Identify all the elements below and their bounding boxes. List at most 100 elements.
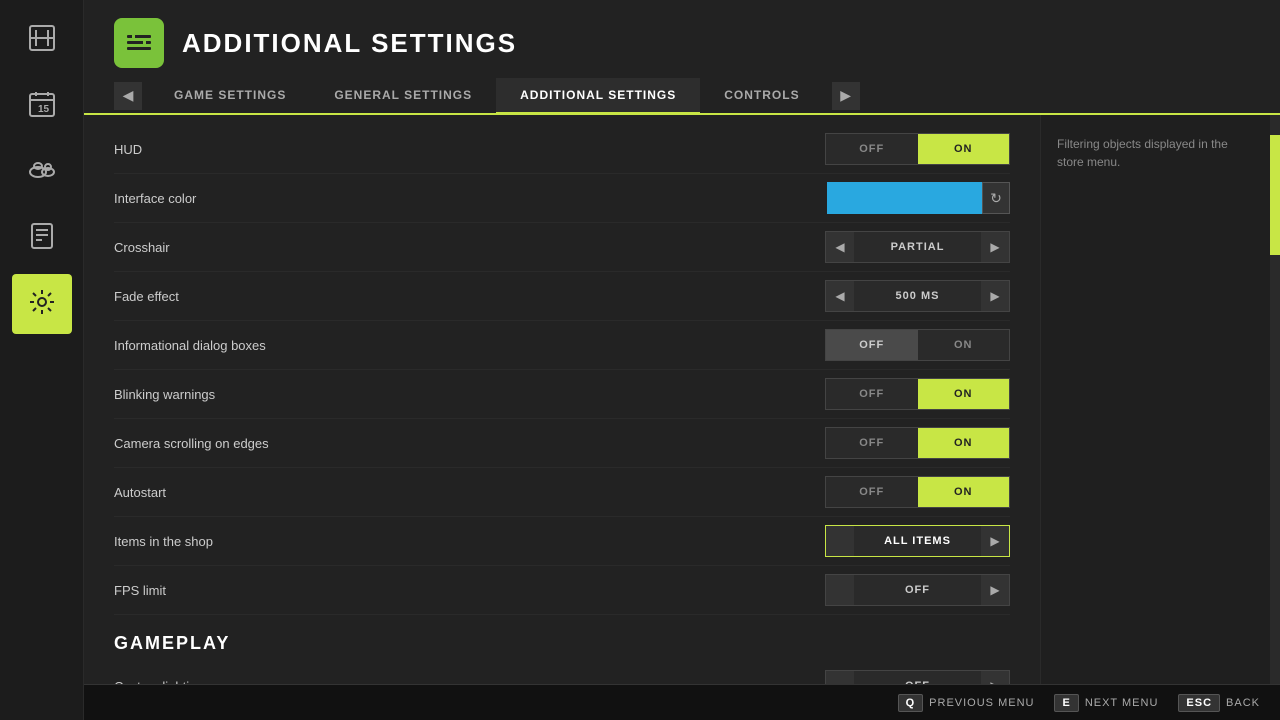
back-action: ESC BACK [1178, 694, 1260, 712]
items-shop-value: ALL ITEMS [854, 535, 981, 547]
fade-selector: ◀ 500 MS ▶ [825, 280, 1010, 312]
fade-effect-control: ◀ 500 MS ▶ [825, 280, 1010, 312]
page-title: ADDITIONAL SETTINGS [182, 28, 517, 59]
fps-value: OFF [854, 584, 981, 596]
main-content: ADDITIONAL SETTINGS ◀ GAME SETTINGS GENE… [84, 0, 1280, 720]
interface-color-row: Interface color ↻ [114, 174, 1010, 223]
blinking-row: Blinking warnings OFF ON [114, 370, 1010, 419]
hud-control: OFF ON [825, 133, 1010, 165]
camera-scrolling-row: Camera scrolling on edges OFF ON [114, 419, 1010, 468]
crosshair-value: PARTIAL [854, 241, 981, 253]
camera-scrolling-control: OFF ON [825, 427, 1010, 459]
hud-on-button[interactable]: ON [918, 134, 1010, 164]
fade-next-button[interactable]: ▶ [981, 281, 1009, 311]
blinking-toggle: OFF ON [825, 378, 1010, 410]
tab-general-settings[interactable]: GENERAL SETTINGS [310, 78, 496, 115]
tab-controls[interactable]: CONTROLS [700, 78, 823, 115]
animals-icon [26, 154, 58, 191]
header: ADDITIONAL SETTINGS [84, 0, 1280, 78]
items-shop-label: Items in the shop [114, 534, 213, 549]
map-icon [26, 22, 58, 59]
tab-prev-button[interactable]: ◀ [114, 82, 142, 110]
bottom-bar: Q PREVIOUS MENU E NEXT MENU ESC BACK [84, 684, 1280, 720]
sidebar-item-animals[interactable] [12, 142, 72, 202]
blinking-on-button[interactable]: ON [918, 379, 1010, 409]
autostart-row: Autostart OFF ON [114, 468, 1010, 517]
tab-next-button[interactable]: ▶ [832, 82, 860, 110]
autostart-off-button[interactable]: OFF [826, 477, 918, 507]
tab-additional-settings[interactable]: ADDITIONAL SETTINGS [496, 78, 700, 115]
fps-prev-button[interactable] [826, 575, 854, 605]
previous-menu-label: PREVIOUS MENU [929, 697, 1034, 709]
fade-effect-row: Fade effect ◀ 500 MS ▶ [114, 272, 1010, 321]
autostart-control: OFF ON [825, 476, 1010, 508]
sidebar-item-settings[interactable] [12, 274, 72, 334]
contracts-icon [26, 220, 58, 257]
header-icon [114, 18, 164, 68]
fade-effect-label: Fade effect [114, 289, 179, 304]
fps-next-button[interactable]: ▶ [981, 575, 1009, 605]
previous-menu-action: Q PREVIOUS MENU [898, 694, 1035, 712]
blinking-off-button[interactable]: OFF [826, 379, 918, 409]
gameplay-section-header: GAMEPLAY [114, 633, 1010, 654]
svg-text:15: 15 [38, 104, 50, 115]
info-dialog-control: OFF ON [825, 329, 1010, 361]
settings-icon [26, 286, 58, 323]
items-shop-next-button[interactable]: ▶ [981, 526, 1009, 556]
crosshair-prev-button[interactable]: ◀ [826, 232, 854, 262]
crosshair-selector: ◀ PARTIAL ▶ [825, 231, 1010, 263]
items-shop-selector: ALL ITEMS ▶ [825, 525, 1010, 557]
autostart-on-button[interactable]: ON [918, 477, 1010, 507]
items-shop-prev-button[interactable] [826, 526, 854, 556]
color-reset-button[interactable]: ↻ [982, 182, 1010, 214]
settings-panel: HUD OFF ON Interface color ↻ Crosshai [84, 115, 1040, 720]
crosshair-control: ◀ PARTIAL ▶ [825, 231, 1010, 263]
autostart-toggle: OFF ON [825, 476, 1010, 508]
hud-label: HUD [114, 142, 142, 157]
crosshair-label: Crosshair [114, 240, 170, 255]
blinking-control: OFF ON [825, 378, 1010, 410]
info-dialog-label: Informational dialog boxes [114, 338, 266, 353]
camera-scrolling-toggle: OFF ON [825, 427, 1010, 459]
camera-scrolling-off-button[interactable]: OFF [826, 428, 918, 458]
info-dialog-on-button[interactable]: ON [918, 330, 1010, 360]
color-bar[interactable] [827, 182, 982, 214]
autostart-label: Autostart [114, 485, 166, 500]
next-menu-label: NEXT MENU [1085, 697, 1159, 709]
content-area: HUD OFF ON Interface color ↻ Crosshai [84, 115, 1280, 720]
fps-limit-control: OFF ▶ [825, 574, 1010, 606]
fps-limit-label: FPS limit [114, 583, 166, 598]
fps-limit-row: FPS limit OFF ▶ [114, 566, 1010, 615]
crosshair-row: Crosshair ◀ PARTIAL ▶ [114, 223, 1010, 272]
items-shop-row: Items in the shop ALL ITEMS ▶ [114, 517, 1010, 566]
sidebar-item-contracts[interactable] [12, 208, 72, 268]
interface-color-label: Interface color [114, 191, 196, 206]
next-menu-action: E NEXT MENU [1054, 694, 1158, 712]
hud-off-button[interactable]: OFF [826, 134, 918, 164]
camera-scrolling-on-button[interactable]: ON [918, 428, 1010, 458]
sidebar-item-map[interactable] [12, 10, 72, 70]
tab-game-settings[interactable]: GAME SETTINGS [150, 78, 310, 115]
info-text: Filtering objects displayed in the store… [1057, 137, 1228, 169]
interface-color-control: ↻ [825, 182, 1010, 214]
info-dialog-toggle: OFF ON [825, 329, 1010, 361]
back-label: BACK [1226, 697, 1260, 709]
info-panel: Filtering objects displayed in the store… [1040, 115, 1270, 720]
next-menu-key[interactable]: E [1054, 694, 1078, 712]
tab-navigation: ◀ GAME SETTINGS GENERAL SETTINGS ADDITIO… [84, 78, 1280, 115]
crosshair-next-button[interactable]: ▶ [981, 232, 1009, 262]
previous-menu-key[interactable]: Q [898, 694, 924, 712]
fps-selector: OFF ▶ [825, 574, 1010, 606]
hud-setting-row: HUD OFF ON [114, 125, 1010, 174]
calendar-icon: 15 [26, 88, 58, 125]
camera-scrolling-label: Camera scrolling on edges [114, 436, 269, 451]
scrollbar-track[interactable] [1270, 115, 1280, 720]
fade-prev-button[interactable]: ◀ [826, 281, 854, 311]
info-dialog-off-button[interactable]: OFF [826, 330, 918, 360]
scrollbar-thumb[interactable] [1270, 135, 1280, 255]
back-key[interactable]: ESC [1178, 694, 1220, 712]
fade-value: 500 MS [854, 290, 981, 302]
items-shop-control: ALL ITEMS ▶ [825, 525, 1010, 557]
hud-toggle: OFF ON [825, 133, 1010, 165]
sidebar-item-calendar[interactable]: 15 [12, 76, 72, 136]
